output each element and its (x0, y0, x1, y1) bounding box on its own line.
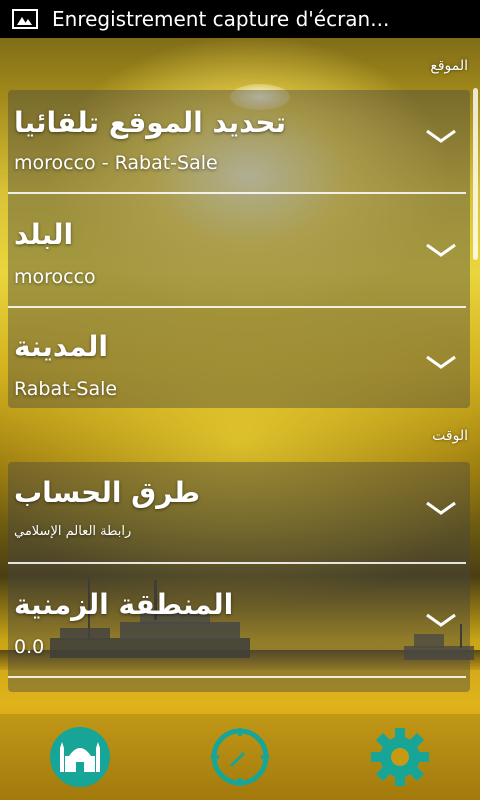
chevron-down-icon[interactable] (424, 126, 458, 146)
calc-method-value: رابطة العالم الإسلامي (14, 524, 132, 539)
auto-location-title: تحديد الموقع تلقائيا (14, 106, 287, 139)
divider (8, 676, 466, 678)
gear-icon (371, 728, 429, 786)
location-card: تحديد الموقع تلقائيا morocco - Rabat-Sal… (8, 90, 470, 408)
time-card: طرق الحساب رابطة العالم الإسلامي المنطقة… (8, 462, 470, 692)
city-title: المدينة (14, 330, 108, 363)
chevron-down-icon[interactable] (424, 498, 458, 518)
timezone-value: 0.0 (14, 636, 45, 658)
image-icon (12, 9, 38, 29)
chevron-down-icon[interactable] (424, 352, 458, 372)
country-value: morocco (14, 266, 96, 288)
calc-method-title: طرق الحساب (14, 476, 201, 509)
city-item[interactable]: المدينة Rabat-Sale (8, 308, 470, 408)
chevron-down-icon[interactable] (424, 610, 458, 630)
settings-button[interactable] (368, 725, 432, 789)
timezone-title: المنطقة الزمنية (14, 588, 234, 621)
qibla-compass-button[interactable] (208, 725, 272, 789)
country-item[interactable]: البلد morocco (8, 194, 470, 306)
timezone-item[interactable]: المنطقة الزمنية 0.0 (8, 564, 470, 676)
auto-location-item[interactable]: تحديد الموقع تلقائيا morocco - Rabat-Sal… (8, 90, 470, 194)
status-title: Enregistrement capture d'écran... (52, 7, 390, 31)
auto-location-value: morocco - Rabat-Sale (14, 152, 218, 174)
status-bar: Enregistrement capture d'écran... (0, 0, 480, 38)
mosque-icon (50, 727, 110, 787)
calc-method-item[interactable]: طرق الحساب رابطة العالم الإسلامي (8, 462, 470, 564)
compass-icon (211, 728, 269, 786)
bottom-navigation (0, 714, 480, 800)
scrollbar[interactable] (473, 88, 478, 260)
city-value: Rabat-Sale (14, 378, 118, 400)
time-section-header: الوقت (432, 428, 468, 444)
chevron-down-icon[interactable] (424, 240, 458, 260)
prayer-times-button[interactable] (48, 725, 112, 789)
location-section-header: الموقع (430, 58, 468, 74)
country-title: البلد (14, 218, 74, 251)
